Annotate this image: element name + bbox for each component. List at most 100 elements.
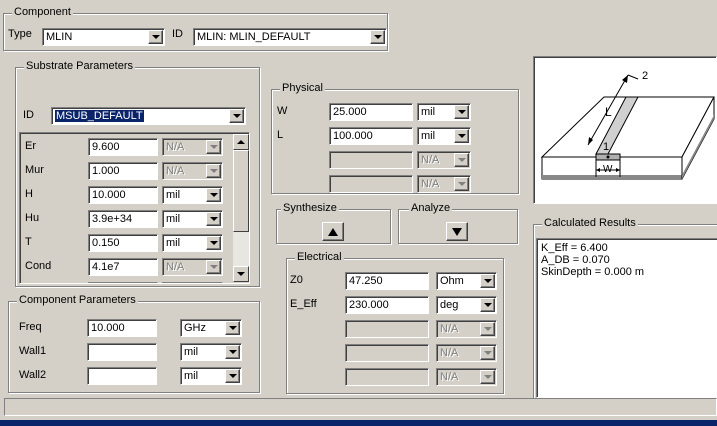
electrical-param-value[interactable]: 230.000	[345, 296, 429, 314]
substrate-param-value[interactable]: 0.150	[88, 234, 158, 252]
chevron-down-icon	[454, 177, 469, 191]
status-bar	[4, 398, 717, 416]
microstrip-diagram: L W 1 2	[533, 56, 717, 204]
diagram-port-1: 1	[603, 141, 610, 153]
electrical-group-title: Electrical	[295, 251, 344, 263]
substrate-param-unit: N/A	[162, 138, 223, 156]
diagram-port-2: 2	[642, 70, 649, 82]
chevron-down-icon	[206, 140, 221, 154]
analyze-button[interactable]	[446, 222, 468, 241]
component-id-select[interactable]: MLIN: MLIN_DEFAULT	[193, 28, 387, 46]
substrate-param-unit[interactable]: mil	[162, 186, 223, 204]
up-arrow-icon	[328, 228, 338, 236]
substrate-param-label: Cond	[25, 260, 52, 272]
electrical-param-label: Z0	[290, 274, 303, 286]
chevron-down-icon[interactable]	[148, 30, 163, 44]
substrate-param-label: Mur	[25, 164, 44, 176]
down-arrow-icon	[452, 228, 462, 236]
physical-param-unit[interactable]: mil	[417, 127, 471, 145]
component-param-unit[interactable]: mil	[180, 343, 242, 361]
component-param-value[interactable]: 10.000	[87, 319, 157, 337]
chevron-down-icon[interactable]	[206, 188, 221, 202]
electrical-param-unit[interactable]: Ohm	[436, 272, 497, 290]
physical-param-unit[interactable]: mil	[417, 103, 471, 121]
substrate-param-label: H	[25, 188, 33, 200]
component-param-value[interactable]	[87, 367, 157, 385]
electrical-param-unit: N/A	[436, 320, 497, 338]
substrate-param-unit: N/A	[162, 258, 223, 276]
substrate-param-unit[interactable]: mil	[162, 234, 223, 252]
results-title: Calculated Results	[542, 217, 638, 229]
results-textbox[interactable]: K_Eff = 6.400 A_DB = 0.070 SkinDepth = 0.0…	[536, 238, 717, 398]
substrate-param-value[interactable]: 3.9e+34	[88, 210, 158, 228]
substrate-param-value[interactable]	[88, 282, 158, 283]
chevron-down-icon	[480, 346, 495, 360]
physical-param-value[interactable]: 25.000	[329, 103, 413, 121]
physical-param-label: W	[277, 105, 288, 117]
chevron-down-icon[interactable]	[480, 298, 495, 312]
electrical-param-label: E_Eff	[290, 298, 317, 310]
substrate-scrollbar[interactable]	[233, 134, 249, 282]
substrate-group-title: Substrate Parameters	[24, 60, 135, 72]
substrate-param-unit[interactable]: mil	[162, 210, 223, 228]
chevron-down-icon	[206, 164, 221, 178]
electrical-param-value	[345, 320, 429, 338]
component-param-unit[interactable]: mil	[180, 367, 242, 385]
physical-param-value	[329, 175, 413, 193]
chevron-down-icon[interactable]	[225, 345, 240, 359]
physical-param-value	[329, 151, 413, 169]
diagram-label-l: L	[605, 105, 612, 119]
chevron-down-icon	[206, 260, 221, 274]
substrate-param-list: Er 9.600 N/A Mur 1.000 N/A H 10.000 mil Hu 3.9e+34…	[19, 132, 250, 284]
physical-param-unit: N/A	[417, 151, 471, 169]
result-line: A_DB = 0.070	[541, 254, 610, 266]
physical-param-value[interactable]: 100.000	[329, 127, 413, 145]
electrical-param-unit: N/A	[436, 368, 497, 386]
scroll-up-icon[interactable]	[233, 134, 249, 150]
substrate-param-value[interactable]: 10.000	[88, 186, 158, 204]
component-param-unit[interactable]: GHz	[180, 319, 242, 337]
substrate-param-value[interactable]: 4.1e7	[88, 258, 158, 276]
chevron-down-icon[interactable]	[229, 109, 244, 123]
result-line: K_Eff = 6.400	[541, 242, 608, 254]
chevron-down-icon[interactable]	[206, 212, 221, 226]
electrical-param-unit: N/A	[436, 344, 497, 362]
substrate-param-label: Hu	[25, 212, 40, 224]
synthesize-button[interactable]	[322, 222, 344, 241]
substrate-id-select[interactable]: MSUB_DEFAULT	[51, 107, 246, 125]
substrate-param-label: Er	[25, 140, 36, 152]
component-param-value[interactable]	[87, 343, 157, 361]
chevron-down-icon[interactable]	[454, 105, 469, 119]
substrate-id-label: ID	[23, 109, 34, 121]
chevron-down-icon[interactable]	[225, 369, 240, 383]
substrate-param-unit	[162, 282, 223, 283]
chevron-down-icon[interactable]	[225, 321, 240, 335]
physical-group-title: Physical	[280, 82, 325, 94]
substrate-param-value[interactable]: 1.000	[88, 162, 158, 180]
scroll-down-icon[interactable]	[233, 266, 249, 282]
result-line: SkinDepth = 0.000 m	[541, 266, 645, 278]
chevron-down-icon	[480, 370, 495, 384]
physical-param-unit: N/A	[417, 175, 471, 193]
electrical-param-value[interactable]: 47.250	[345, 272, 429, 290]
component-param-label: Wall1	[19, 345, 47, 357]
substrate-param-unit: N/A	[162, 162, 223, 180]
scroll-thumb[interactable]	[233, 150, 249, 232]
component-param-label: Freq	[19, 321, 42, 333]
chevron-down-icon	[454, 153, 469, 167]
electrical-param-unit[interactable]: deg	[436, 296, 497, 314]
component-param-label: Wall2	[19, 369, 47, 381]
chevron-down-icon[interactable]	[480, 274, 495, 288]
diagram-label-w: W	[603, 164, 613, 175]
analyze-label: Analyze	[409, 202, 453, 214]
type-select[interactable]: MLIN	[42, 28, 165, 46]
chevron-down-icon	[480, 322, 495, 336]
chevron-down-icon[interactable]	[454, 129, 469, 143]
substrate-param-value[interactable]: 9.600	[88, 138, 158, 156]
chevron-down-icon[interactable]	[370, 30, 385, 44]
electrical-param-value	[345, 368, 429, 386]
taskbar-strip	[0, 420, 717, 426]
electrical-param-value	[345, 344, 429, 362]
chevron-down-icon[interactable]	[206, 236, 221, 250]
component-params-title: Component Parameters	[17, 294, 138, 306]
